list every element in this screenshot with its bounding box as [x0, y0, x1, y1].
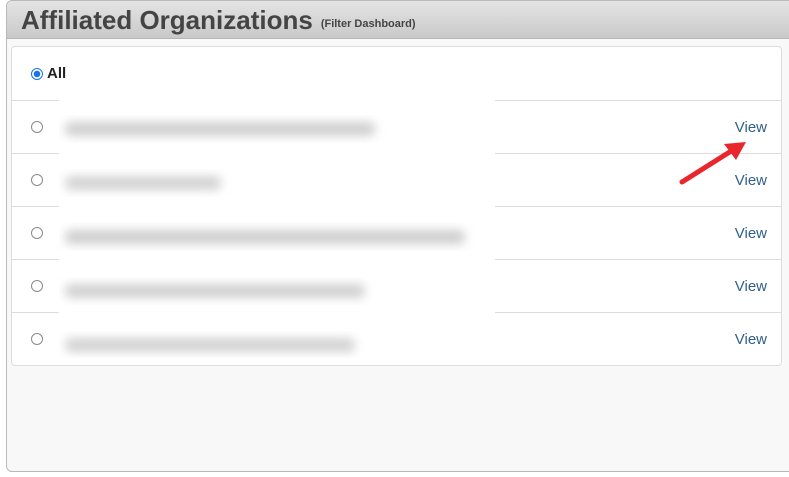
panel-subtitle: (Filter Dashboard): [320, 17, 416, 30]
view-link[interactable]: View: [735, 119, 767, 136]
blurred-name-5: [65, 338, 355, 352]
list-item-all[interactable]: All: [12, 47, 781, 100]
organization-radio[interactable]: [31, 227, 43, 239]
all-label: All: [47, 65, 67, 82]
blurred-name-2: [65, 176, 221, 190]
panel-header: Affiliated Organizations (Filter Dashboa…: [7, 1, 789, 39]
all-radio[interactable]: [31, 67, 43, 80]
blurred-organization-names: [65, 122, 465, 352]
red-arrow-annotation: [679, 142, 746, 185]
organization-radio[interactable]: [31, 333, 43, 345]
organization-radio[interactable]: [31, 280, 43, 292]
organization-radio[interactable]: [31, 174, 43, 186]
view-link[interactable]: View: [735, 225, 767, 242]
blurred-redaction: [59, 100, 495, 358]
blurred-name-1: [65, 122, 375, 136]
blurred-name-4: [65, 284, 365, 298]
blurred-name-3: [65, 230, 465, 244]
panel-title: Affiliated Organizations: [21, 4, 313, 35]
organization-radio[interactable]: [31, 121, 43, 133]
view-link[interactable]: View: [735, 278, 767, 295]
view-link[interactable]: View: [735, 331, 767, 348]
